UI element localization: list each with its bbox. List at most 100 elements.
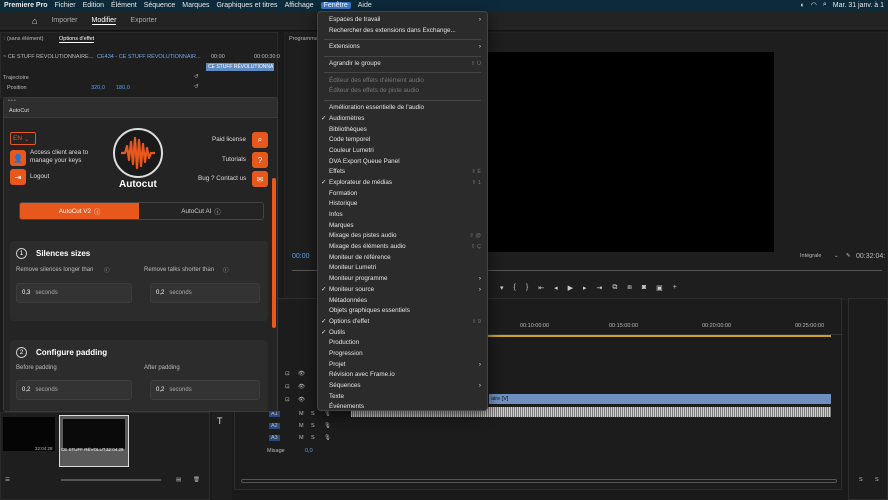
menu-element[interactable]: Élément	[111, 2, 137, 9]
search-icon[interactable]: ⌕	[252, 132, 268, 148]
menu-item[interactable]: Objets graphiques essentiels	[318, 306, 487, 317]
zoom-slider[interactable]	[61, 479, 161, 481]
menu-item[interactable]: Moniteur Lumetri	[318, 263, 487, 274]
tab-modifier[interactable]: Modifier	[91, 17, 117, 25]
audio-track-a3[interactable]: A3	[269, 435, 280, 441]
logout-icon[interactable]: ⇥	[10, 169, 26, 185]
reset-icon[interactable]: ↺	[194, 84, 199, 90]
mute-button[interactable]: M	[299, 411, 304, 417]
help-icon[interactable]: ?	[252, 152, 268, 168]
track-lock-icon[interactable]: ⊡	[285, 371, 290, 377]
effect-options-tab[interactable]: Options d'effet	[59, 36, 95, 43]
menu-edition[interactable]: Edition	[83, 2, 104, 9]
fit-select[interactable]: Intégrale	[800, 253, 821, 259]
track-lock-icon[interactable]: ⊡	[285, 397, 290, 403]
go-to-in-icon[interactable]: ⇤	[538, 284, 544, 294]
menu-item[interactable]: Formation	[318, 189, 487, 200]
wrench-icon[interactable]: ✎	[846, 253, 851, 259]
menu-item[interactable]: Rechercher des extensions dans Exchange.…	[318, 26, 487, 37]
menu-item[interactable]: ✓ Options d'effet ⇧ 9	[318, 317, 487, 328]
menu-item[interactable]: ✓ Audiomètres	[318, 114, 487, 125]
tab-autocut-ai[interactable]: AutoCut AI ⓘ	[139, 203, 263, 219]
mic-icon[interactable]: 🎙	[324, 423, 331, 429]
menu-item[interactable]: Historique	[318, 199, 487, 210]
new-item-icon[interactable]: ▤	[176, 477, 181, 483]
extract-icon[interactable]: ⧈	[627, 284, 631, 294]
menu-item[interactable]: DVA Export Queue Panel	[318, 157, 487, 168]
menu-item[interactable]: Espaces de travail ›	[318, 15, 487, 26]
menu-sequence[interactable]: Séquence	[144, 2, 176, 9]
menu-item[interactable]: Projet ›	[318, 360, 487, 371]
wifi-icon[interactable]: ◠	[811, 1, 817, 9]
menubar-clock[interactable]: Mar. 31 janv. à 1	[833, 2, 884, 9]
home-icon[interactable]: ⌂	[32, 16, 37, 26]
track-eye-icon[interactable]: 👁	[298, 397, 305, 403]
bug-contact-link[interactable]: Bug ? Contact us	[198, 175, 246, 182]
logout-link[interactable]: Logout	[30, 173, 49, 180]
talk-duration-input[interactable]: 0,2 seconds	[150, 283, 260, 303]
step-forward-icon[interactable]: ▸	[583, 284, 587, 294]
scrollbar[interactable]	[272, 178, 276, 328]
menu-graphiques[interactable]: Graphiques et titres	[216, 2, 277, 9]
menu-item[interactable]: Séquences ›	[318, 381, 487, 392]
position-x[interactable]: 320,0	[91, 85, 105, 91]
help-icon[interactable]: ⓘ	[223, 266, 229, 274]
step-back-icon[interactable]: ◂	[554, 284, 558, 294]
reset-icon[interactable]: ↺	[194, 74, 199, 80]
help-icon[interactable]: ⓘ	[104, 266, 110, 274]
menu-item[interactable]: Amélioration essentielle de l'audio	[318, 103, 487, 114]
after-padding-input[interactable]: 0,2 seconds	[150, 380, 260, 400]
work-area-bar[interactable]	[485, 335, 831, 337]
menu-item[interactable]: Extensions ›	[318, 42, 487, 53]
access-client-area-link[interactable]: Access client area to manage your keys	[30, 149, 94, 165]
silence-duration-input[interactable]: 0,3 seconds	[16, 283, 132, 303]
menu-item[interactable]: ✓ Explorateur de médias ⇧ 1	[318, 178, 487, 189]
menu-item[interactable]: ✓ Moniteur source ›	[318, 285, 487, 296]
program-title[interactable]: Programme	[289, 36, 318, 42]
solo-button[interactable]: S	[311, 423, 315, 429]
track-eye-icon[interactable]: 👁	[298, 384, 305, 390]
menu-item[interactable]: Production	[318, 338, 487, 349]
marker-icon[interactable]: ▾	[500, 284, 504, 294]
program-timecode[interactable]: 00:00	[292, 253, 310, 260]
chevron-down-icon[interactable]: ⌄	[834, 253, 839, 259]
mute-button[interactable]: M	[299, 423, 304, 429]
mute-button[interactable]: M	[299, 435, 304, 441]
menu-item[interactable]: Mixage des éléments audio ⇧ Ç	[318, 242, 487, 253]
mix-value[interactable]: 0,0	[305, 448, 313, 454]
menu-item[interactable]: Agrandir le groupe ⇧ Ù	[318, 59, 487, 70]
timeline-scrollbar[interactable]	[241, 479, 837, 483]
add-icon[interactable]: +	[673, 284, 677, 294]
solo-button[interactable]: S	[859, 477, 863, 483]
menu-item[interactable]: Mixage des pistes audio ⇧ @	[318, 231, 487, 242]
menu-affichage[interactable]: Affichage	[285, 2, 314, 9]
user-icon[interactable]: 👤	[10, 150, 26, 166]
menu-item[interactable]: Code temporel	[318, 135, 487, 146]
track-eye-icon[interactable]: 👁	[298, 371, 305, 377]
text-tool-icon[interactable]: T	[217, 416, 223, 426]
menu-item[interactable]: Métadonnées	[318, 296, 487, 307]
menu-item[interactable]: Événements	[318, 402, 487, 413]
menu-fenetre[interactable]: Fenêtre	[320, 2, 351, 9]
autocut-titlebar[interactable]: ••• AutoCut	[4, 98, 277, 118]
play-icon[interactable]: ▶	[568, 284, 573, 294]
go-to-out-icon[interactable]: ⇥	[597, 284, 603, 294]
menu-aide[interactable]: Aide	[358, 2, 372, 9]
audio-track-a2[interactable]: A2	[269, 423, 280, 429]
tab-autocut-v2[interactable]: AutoCut V2 ⓘ	[20, 203, 140, 219]
solo-button[interactable]: S	[875, 477, 879, 483]
mail-icon[interactable]: ✉	[252, 171, 268, 187]
menu-item[interactable]: Couleur Lumetri	[318, 146, 487, 157]
menu-marques[interactable]: Marques	[182, 2, 209, 9]
tab-exporter[interactable]: Exporter	[130, 17, 156, 24]
lift-icon[interactable]: ⧉	[612, 284, 617, 294]
menu-item[interactable]: Infos	[318, 210, 487, 221]
out-point-icon[interactable]: }	[526, 284, 528, 294]
control-center-icon[interactable]: ◐	[801, 2, 805, 9]
menu-item[interactable]: ✓ Outils	[318, 328, 487, 339]
mic-icon[interactable]: 🎙	[324, 435, 331, 441]
video-clip[interactable]	[489, 394, 831, 404]
menu-app-name[interactable]: Premiere Pro	[4, 2, 48, 9]
tab-importer[interactable]: Importer	[51, 17, 77, 24]
menu-item[interactable]: Marques	[318, 221, 487, 232]
